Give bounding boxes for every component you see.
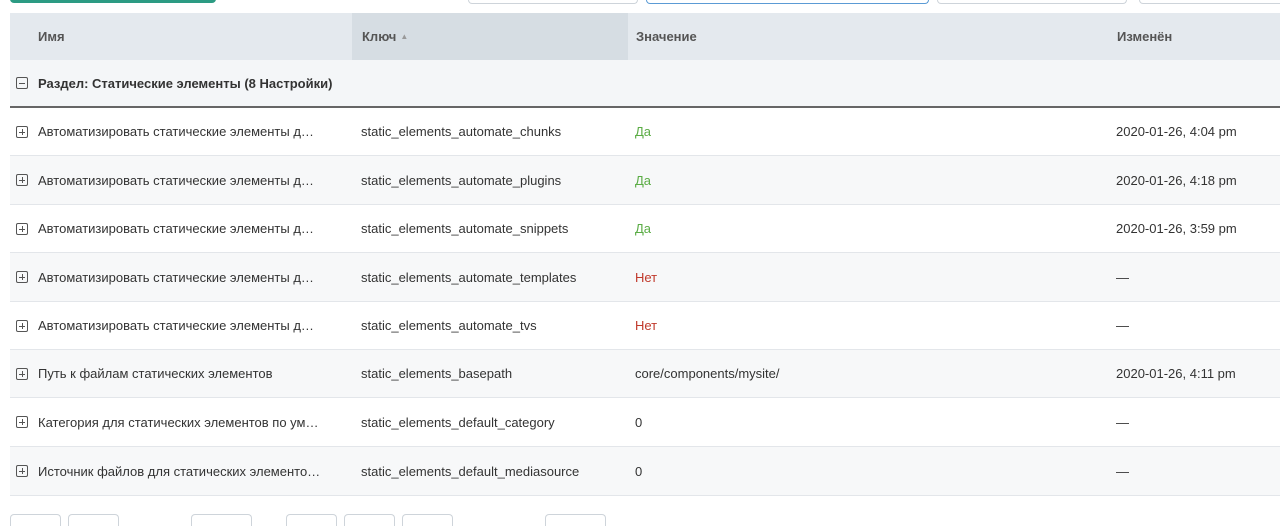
cell-key: static_elements_automate_plugins bbox=[361, 172, 562, 188]
collapse-icon[interactable] bbox=[16, 77, 28, 89]
cell-modified: 2020-01-26, 3:59 pm bbox=[1116, 221, 1237, 236]
pager-page-input[interactable] bbox=[191, 514, 252, 526]
cell-modified: — bbox=[1116, 318, 1129, 333]
pager-size-input[interactable] bbox=[545, 514, 606, 526]
cell-value[interactable]: Да bbox=[628, 205, 1109, 252]
pager-next-button[interactable] bbox=[286, 514, 337, 526]
cell-value[interactable]: Нет bbox=[628, 253, 1109, 301]
cell-key: static_elements_automate_chunks bbox=[361, 124, 562, 139]
table-row[interactable]: Путь к файлам статических элементов stati… bbox=[10, 350, 1280, 398]
group-header[interactable]: Раздел: Статические элементы (8 Настройк… bbox=[10, 60, 1280, 108]
cell-name: Автоматизировать статические элементы д… bbox=[10, 302, 352, 349]
cell-key: static_elements_basepath bbox=[361, 366, 513, 381]
cell-value[interactable]: core/components/mysite/ bbox=[628, 350, 1109, 397]
cell-value[interactable]: Да bbox=[628, 156, 1109, 204]
group-label: Раздел: Статические элементы (8 Настройк… bbox=[38, 75, 333, 91]
grid-body: Автоматизировать статические элементы д…… bbox=[10, 108, 1280, 496]
cell-key: static_elements_automate_tvs bbox=[361, 318, 537, 333]
cell-key: static_elements_automate_templates bbox=[361, 269, 577, 285]
cell-modified: — bbox=[1116, 269, 1129, 285]
table-row[interactable]: Автоматизировать статические элементы д…… bbox=[10, 108, 1280, 156]
table-row[interactable]: Автоматизировать статические элементы д…… bbox=[10, 302, 1280, 350]
cell-modified: — bbox=[1116, 463, 1129, 479]
column-header-key[interactable]: Ключ ▲ bbox=[352, 13, 628, 60]
expand-icon[interactable] bbox=[16, 174, 28, 186]
expand-icon[interactable] bbox=[16, 222, 28, 235]
expand-icon[interactable] bbox=[16, 367, 28, 380]
cell-value[interactable]: Да bbox=[628, 108, 1109, 155]
cell-name: Автоматизировать статические элементы д… bbox=[10, 205, 352, 252]
expand-icon[interactable] bbox=[16, 319, 28, 332]
cell-modified: — bbox=[1116, 414, 1129, 430]
table-row[interactable]: Автоматизировать статические элементы д…… bbox=[10, 156, 1280, 205]
table-row[interactable]: Категория для статических элементов по у… bbox=[10, 398, 1280, 447]
cell-name: Категория для статических элементов по у… bbox=[10, 398, 352, 446]
expand-icon[interactable] bbox=[16, 465, 28, 477]
expand-icon[interactable] bbox=[16, 271, 28, 283]
expand-icon[interactable] bbox=[16, 125, 28, 138]
reset-filter-button[interactable] bbox=[1139, 0, 1280, 4]
settings-grid: Имя Ключ ▲ Значение Изменён Раздел: Стат… bbox=[10, 13, 1280, 496]
cell-name: Путь к файлам статических элементов bbox=[10, 350, 352, 397]
pager-prev-button[interactable] bbox=[68, 514, 119, 526]
cell-value[interactable]: 0 bbox=[628, 398, 1109, 446]
pager-last-button[interactable] bbox=[344, 514, 395, 526]
cell-key: static_elements_default_mediasource bbox=[361, 463, 580, 479]
column-header-name[interactable]: Имя bbox=[10, 13, 352, 60]
toolbar bbox=[0, 0, 1280, 8]
cell-name: Автоматизировать статические элементы д… bbox=[10, 108, 352, 155]
cell-modified: 2020-01-26, 4:18 pm bbox=[1116, 172, 1237, 188]
sort-asc-icon: ▲ bbox=[400, 32, 409, 41]
cell-modified: 2020-01-26, 4:04 pm bbox=[1116, 124, 1237, 139]
cell-key: static_elements_automate_snippets bbox=[361, 221, 569, 236]
search-input[interactable] bbox=[646, 0, 929, 4]
table-row[interactable]: Автоматизировать статические элементы д…… bbox=[10, 253, 1280, 302]
pager-first-button[interactable] bbox=[10, 514, 61, 526]
cell-name: Источник файлов для статических элементо… bbox=[10, 447, 352, 495]
column-header-modified[interactable]: Изменён bbox=[1109, 13, 1280, 60]
cell-key: static_elements_default_category bbox=[361, 414, 555, 430]
cell-name: Автоматизировать статические элементы д… bbox=[10, 156, 352, 204]
column-header-value[interactable]: Значение bbox=[628, 13, 1109, 60]
pager-refresh-button[interactable] bbox=[402, 514, 453, 526]
filter-dropdown[interactable] bbox=[468, 0, 638, 4]
cell-value[interactable]: 0 bbox=[628, 447, 1109, 495]
area-filter[interactable] bbox=[937, 0, 1127, 4]
table-row[interactable]: Автоматизировать статические элементы д…… bbox=[10, 205, 1280, 253]
grid-header: Имя Ключ ▲ Значение Изменён bbox=[10, 13, 1280, 60]
cell-modified: 2020-01-26, 4:11 pm bbox=[1116, 366, 1236, 381]
create-button[interactable] bbox=[10, 0, 216, 3]
table-row[interactable]: Источник файлов для статических элементо… bbox=[10, 447, 1280, 496]
expand-icon[interactable] bbox=[16, 416, 28, 428]
cell-value[interactable]: Нет bbox=[628, 302, 1109, 349]
cell-name: Автоматизировать статические элементы д… bbox=[10, 253, 352, 301]
